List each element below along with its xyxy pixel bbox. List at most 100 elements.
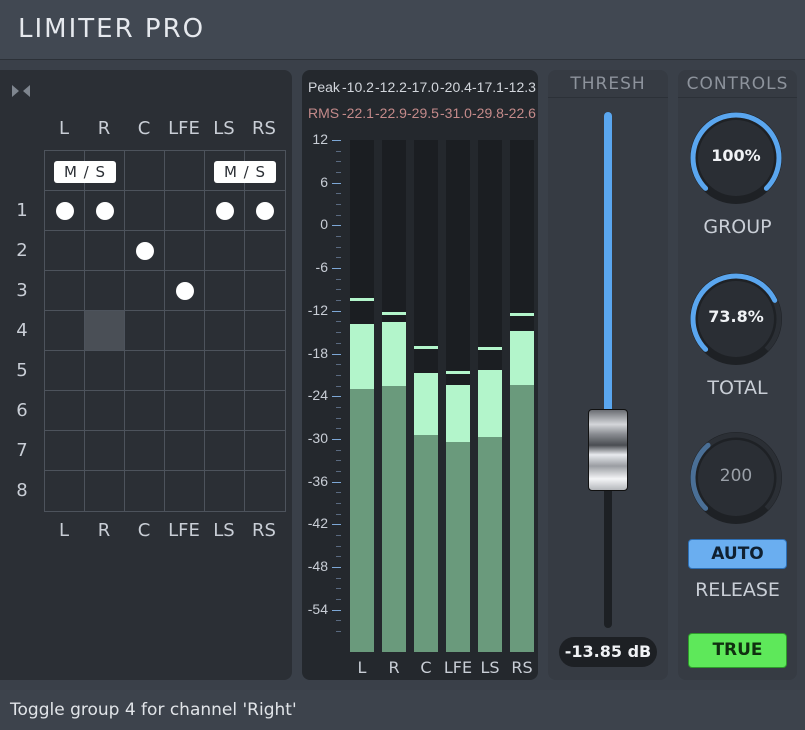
ms-toggle-button[interactable]: M / S [214, 161, 276, 183]
matrix-cell[interactable] [45, 231, 85, 271]
matrix-cell[interactable] [165, 391, 205, 431]
meter-scale-minor-tick [336, 193, 341, 195]
matrix-cell[interactable] [85, 271, 125, 311]
meter-bar-rms-fill [478, 437, 502, 652]
matrix-cell[interactable] [245, 231, 285, 271]
meter-scale-minor-tick [336, 257, 341, 259]
matrix-row-label: 4 [16, 320, 28, 341]
meter-scale-minor-tick [336, 428, 341, 430]
threshold-slider-handle[interactable] [588, 409, 628, 491]
meter-scale-tick [332, 567, 341, 568]
matrix-cell[interactable] [125, 391, 165, 431]
matrix-cell[interactable] [165, 431, 205, 471]
meter-scale-tick [332, 225, 341, 227]
meter-scale-label: 12 [312, 131, 328, 147]
matrix-cell[interactable] [205, 391, 245, 431]
rms-value: -29.5 [407, 105, 439, 121]
matrix-cell[interactable] [165, 351, 205, 391]
meter-scale-minor-tick [336, 417, 341, 419]
threshold-value-readout[interactable]: -13.85 dB [559, 637, 657, 667]
matrix-cell[interactable] [85, 391, 125, 431]
matrix-cell[interactable] [165, 231, 205, 271]
meter-scale-minor-tick [336, 374, 341, 376]
matrix-cell[interactable] [45, 311, 85, 351]
meter-scale-minor-tick [336, 513, 341, 515]
meter-bar-label: LS [480, 658, 500, 677]
threshold-slider-track[interactable] [604, 112, 612, 628]
matrix-cell[interactable] [245, 391, 285, 431]
matrix-column-label-bottom: L [58, 520, 70, 541]
matrix-cell[interactable] [125, 271, 165, 311]
matrix-cell[interactable] [125, 311, 165, 351]
meter-bar-label: C [420, 658, 432, 677]
peak-value: -10.2 [342, 79, 374, 95]
matrix-cell[interactable] [245, 311, 285, 351]
meter-scale-minor-tick [336, 278, 341, 280]
meter-bar-rms-fill [446, 442, 470, 652]
meter-bar-c [414, 140, 438, 652]
matrix-row-label: 6 [16, 400, 28, 421]
matrix-cell[interactable] [205, 311, 245, 351]
matrix-cell[interactable] [85, 431, 125, 471]
matrix-cell[interactable] [45, 351, 85, 391]
matrix-cell[interactable] [205, 271, 245, 311]
auto-release-button[interactable]: AUTO [688, 539, 787, 569]
matrix-row-label: 2 [16, 240, 28, 261]
matrix-cell[interactable] [125, 471, 165, 511]
matrix-cell[interactable] [205, 351, 245, 391]
matrix-cell[interactable] [165, 471, 205, 511]
meter-scale-minor-tick [336, 406, 341, 408]
group-knob[interactable]: 100% [686, 108, 786, 208]
meter-bar-label: LFE [443, 658, 473, 677]
meter-bar-label: RS [511, 658, 533, 677]
matrix-cell[interactable] [45, 431, 85, 471]
meter-bar-rs [510, 140, 534, 652]
matrix-cell[interactable] [245, 271, 285, 311]
matrix-cell[interactable] [45, 271, 85, 311]
matrix-cell[interactable] [45, 391, 85, 431]
meter-scale-tick [332, 524, 341, 526]
collapse-icon[interactable] [10, 84, 32, 98]
rms-value: -31.0 [440, 105, 472, 121]
true-peak-button[interactable]: TRUE [688, 633, 787, 668]
matrix-cell[interactable] [205, 471, 245, 511]
controls-panel: CONTROLS 100% GROUP 73.8% TOTAL 200 AUTO… [678, 70, 797, 680]
ms-toggle-button[interactable]: M / S [54, 161, 116, 183]
matrix-cell[interactable] [85, 231, 125, 271]
matrix-column-label-bottom: C [137, 520, 151, 541]
title-bar: LIMITER PRO [0, 0, 805, 60]
matrix-cell[interactable] [165, 311, 205, 351]
threshold-slider-fill [604, 112, 612, 414]
meter-bar-r [382, 140, 406, 652]
matrix-cell[interactable] [205, 431, 245, 471]
meter-bar-peak-hold [350, 297, 374, 301]
meter-scale-tick [332, 481, 341, 483]
rms-value: -22.6 [504, 105, 536, 121]
matrix-row-label: 1 [16, 200, 28, 221]
release-knob[interactable]: 200 [686, 428, 786, 528]
meter-scale-tick [332, 268, 341, 270]
matrix-cell[interactable] [245, 471, 285, 511]
meter-bar-peak-hold [414, 346, 438, 350]
matrix-cell[interactable] [125, 431, 165, 471]
total-knob[interactable]: 73.8% [686, 269, 786, 369]
meter-bar-rms-fill [414, 435, 438, 652]
matrix-cell[interactable] [245, 351, 285, 391]
matrix-cell[interactable] [85, 351, 125, 391]
meter-scale-minor-tick [336, 534, 341, 536]
matrix-cell[interactable] [205, 231, 245, 271]
meter-scale-tick [332, 609, 341, 611]
group-knob-value: 100% [711, 146, 761, 165]
meter-scale-minor-tick [336, 246, 341, 248]
matrix-cell[interactable] [245, 431, 285, 471]
matrix-cell[interactable] [85, 471, 125, 511]
meter-scale-minor-tick [336, 172, 341, 174]
matrix-cell[interactable] [125, 191, 165, 231]
matrix-cell[interactable] [45, 471, 85, 511]
meter-scale-minor-tick [336, 620, 341, 622]
meter-bar-peak-hold [478, 347, 502, 351]
matrix-cell[interactable] [165, 191, 205, 231]
matrix-cell[interactable] [125, 351, 165, 391]
threshold-header: THRESH [548, 70, 668, 98]
matrix-cell-hovered[interactable] [85, 311, 125, 351]
